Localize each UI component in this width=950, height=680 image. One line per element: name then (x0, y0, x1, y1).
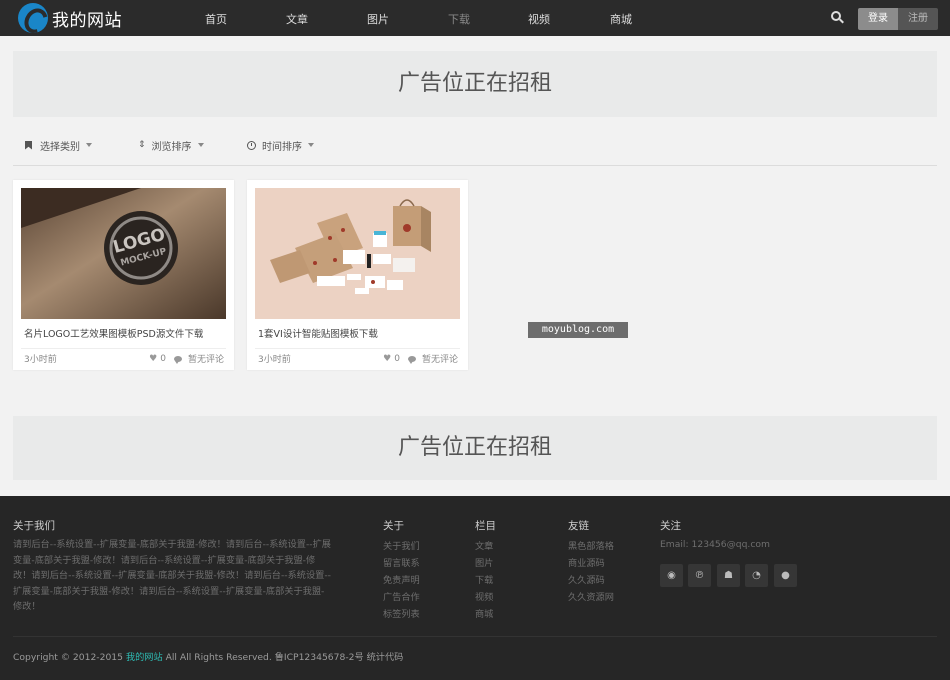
footer-link[interactable]: 图片 (475, 555, 493, 569)
ad-banner-top[interactable]: 广告位正在招租 (13, 51, 937, 117)
footer-col-column-title: 栏目 (475, 520, 496, 532)
top-header: 我的网站 首页 文章 图片 下载 视频 商城 登录 注册 (0, 0, 950, 36)
footer-about-text: 请到后台--系统设置--扩展变量-底部关于我盟-修改！请到后台--系统设置--扩… (13, 539, 331, 612)
site-logo[interactable]: 我的网站 (18, 2, 122, 34)
comment-status[interactable]: 暂无评论 (422, 352, 458, 365)
post-time: 3小时前 (258, 355, 291, 365)
card-divider (21, 348, 226, 349)
filter-time-sort[interactable]: 时间排序 (247, 138, 314, 153)
footer-col-follow-title: 关注 (660, 520, 681, 532)
nav-articles[interactable]: 文章 (286, 11, 308, 27)
wechat-icon[interactable]: ● (774, 564, 797, 587)
comment-icon (173, 355, 182, 364)
bookmark-icon (25, 140, 32, 150)
footer-col-friends-title: 友链 (568, 520, 589, 532)
nav-images[interactable]: 图片 (367, 11, 389, 27)
post-time: 3小时前 (24, 355, 57, 365)
footer-link[interactable]: 文章 (475, 538, 493, 552)
nav-home[interactable]: 首页 (205, 11, 227, 27)
filter-views-sort[interactable]: ⇕ 浏览排序 (138, 138, 204, 153)
like-count: 0 (394, 353, 400, 364)
register-button[interactable]: 注册 (898, 8, 938, 30)
footer-link[interactable]: 留言联系 (383, 555, 420, 569)
footer-link[interactable]: 商业源码 (568, 555, 605, 569)
footer-link[interactable]: 标签列表 (383, 606, 420, 620)
heart-icon[interactable]: ♥ (149, 354, 157, 364)
footer-link[interactable]: 广告合作 (383, 589, 420, 603)
post-title[interactable]: 名片LOGO工艺效果图模板PSD源文件下载 (24, 326, 203, 340)
post-card[interactable]: 1套VI设计智能贴图模板下载 3小时前 ♥ 0 暂无评论 (247, 180, 468, 370)
post-thumbnail[interactable] (255, 188, 460, 319)
footer-link[interactable]: 关于我们 (383, 538, 420, 552)
filter-time-label: 时间排序 (262, 141, 302, 153)
footer-col-about-title: 关于 (383, 520, 404, 532)
footer-email: Email: 123456@qq.com (660, 539, 770, 550)
footer-link[interactable]: 视频 (475, 589, 493, 603)
copyright-site-link[interactable]: 我的网站 (126, 652, 163, 663)
qq-icon[interactable]: ☗ (717, 564, 740, 587)
clock-icon (247, 140, 256, 150)
rss-icon[interactable]: ◔ (745, 564, 768, 587)
post-title[interactable]: 1套VI设计智能贴图模板下载 (258, 326, 378, 340)
logo-icon (18, 3, 48, 33)
watermark: moyublog.com (528, 322, 628, 338)
copyright-prefix: Copyright © 2012-2015 (13, 652, 123, 663)
footer-link[interactable]: 商城 (475, 606, 493, 620)
site-footer: 关于我们 请到后台--系统设置--扩展变量-底部关于我盟-修改！请到后台--系统… (0, 496, 950, 680)
sort-icon: ⇕ (138, 140, 146, 150)
login-button[interactable]: 登录 (858, 8, 898, 30)
footer-link[interactable]: 久久源码 (568, 572, 605, 586)
footer-divider (13, 636, 937, 637)
filter-divider (13, 165, 937, 166)
like-count: 0 (160, 353, 166, 364)
post-meta: ♥ 0 暂无评论 (383, 352, 458, 366)
heart-icon[interactable]: ♥ (383, 354, 391, 364)
search-icon[interactable] (831, 11, 845, 25)
pinterest-icon[interactable]: ℗ (688, 564, 711, 587)
comment-icon (407, 355, 416, 364)
footer-about-title: 关于我们 (13, 520, 55, 532)
caret-down-icon (86, 143, 92, 147)
filter-category[interactable]: 选择类别 (25, 138, 92, 153)
filter-views-label: 浏览排序 (151, 141, 192, 153)
nav-shop[interactable]: 商城 (610, 11, 632, 27)
nav-videos[interactable]: 视频 (528, 11, 550, 27)
nav-downloads[interactable]: 下载 (448, 11, 470, 27)
post-meta: ♥ 0 暂无评论 (149, 352, 224, 366)
caret-down-icon (197, 143, 204, 147)
footer-link[interactable]: 久久资源网 (568, 589, 614, 603)
copyright: Copyright © 2012-2015 我的网站 All All Right… (13, 649, 403, 663)
copyright-suffix: All All Rights Reserved. 鲁ICP12345678-2号… (165, 652, 404, 663)
site-name: 我的网站 (52, 10, 122, 31)
weibo-icon[interactable]: ◉ (660, 564, 683, 587)
ad-banner-bottom[interactable]: 广告位正在招租 (13, 416, 937, 480)
post-thumbnail[interactable]: LOGO MOCK-UP (21, 188, 226, 319)
filter-category-label: 选择类别 (40, 141, 80, 153)
footer-link[interactable]: 下载 (475, 572, 493, 586)
post-card[interactable]: LOGO MOCK-UP 名片LOGO工艺效果图模板PSD源文件下载 3小时前 … (13, 180, 234, 370)
footer-link[interactable]: 黑色部落格 (568, 538, 614, 552)
caret-down-icon (308, 143, 314, 147)
card-divider (255, 348, 460, 349)
comment-status[interactable]: 暂无评论 (188, 352, 224, 365)
footer-link[interactable]: 免责声明 (383, 572, 420, 586)
